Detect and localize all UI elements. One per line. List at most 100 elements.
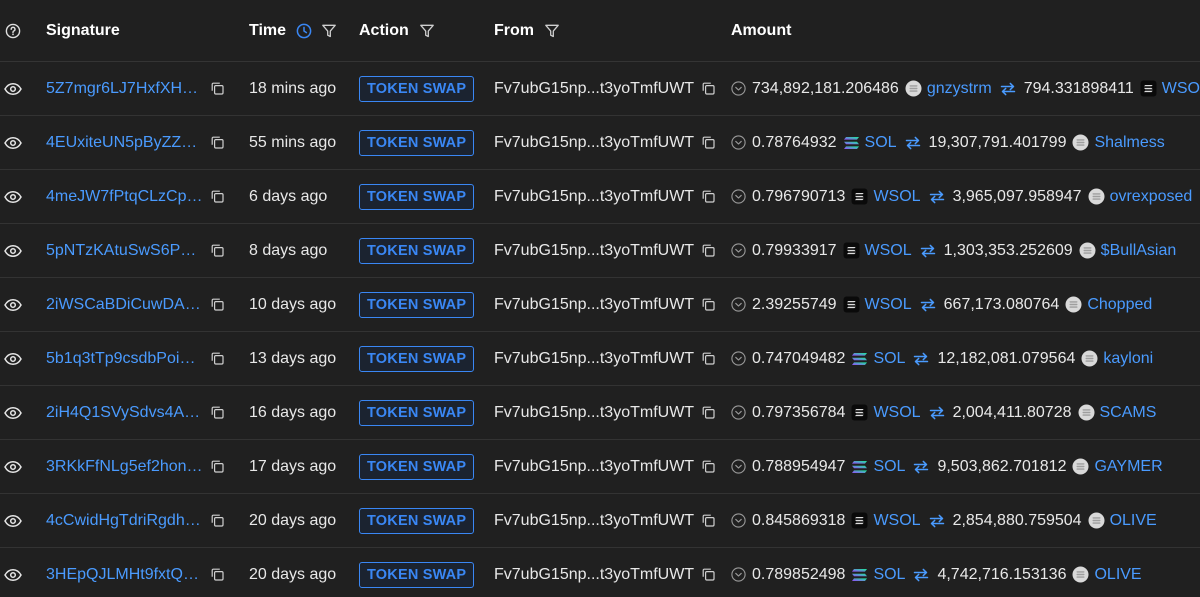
token-out-link[interactable]: GAYMER xyxy=(1094,458,1162,476)
action-cell: TOKEN SWAP xyxy=(359,386,475,439)
help-icon[interactable] xyxy=(2,0,24,62)
chevron-down-icon[interactable] xyxy=(731,189,746,204)
from-address[interactable]: Fv7ubG15np...t3yoTmfUWT xyxy=(494,512,694,530)
from-address[interactable]: Fv7ubG15np...t3yoTmfUWT xyxy=(494,80,694,98)
token-out-link[interactable]: OLIVE xyxy=(1110,512,1157,530)
token-out-link[interactable]: Chopped xyxy=(1087,296,1152,314)
token-in-link[interactable]: WSOL xyxy=(865,242,912,260)
chevron-down-icon[interactable] xyxy=(731,459,746,474)
copy-icon[interactable] xyxy=(211,82,224,95)
token-in-link[interactable]: WSOL xyxy=(873,188,920,206)
signature-link[interactable]: 4EUxiteUN5pByZZ6h... xyxy=(46,134,203,152)
chevron-down-icon[interactable] xyxy=(731,135,746,150)
from-address[interactable]: Fv7ubG15np...t3yoTmfUWT xyxy=(494,404,694,422)
copy-icon[interactable] xyxy=(702,514,715,527)
token-out-link[interactable]: $BullAsian xyxy=(1101,242,1177,260)
wsol-icon xyxy=(851,512,868,529)
copy-icon[interactable] xyxy=(702,352,715,365)
signature-link[interactable]: 5pNTzKAtuSwS6PKS... xyxy=(46,242,203,260)
token-out-link[interactable]: kayloni xyxy=(1103,350,1153,368)
from-address[interactable]: Fv7ubG15np...t3yoTmfUWT xyxy=(494,458,694,476)
copy-icon[interactable] xyxy=(211,352,224,365)
token-out-link[interactable]: ovrexposed xyxy=(1110,188,1193,206)
token-in-link[interactable]: WSOL xyxy=(865,296,912,314)
filter-icon[interactable] xyxy=(419,23,435,39)
copy-icon[interactable] xyxy=(211,514,224,527)
signature-link[interactable]: 5Z7mgr6LJ7HxfXHR... xyxy=(46,80,203,98)
copy-icon[interactable] xyxy=(702,460,715,473)
copy-icon[interactable] xyxy=(211,460,224,473)
signature-cell: 4meJW7fPtqCLzCp9... xyxy=(46,170,236,223)
header-action: Action xyxy=(359,0,435,62)
from-address[interactable]: Fv7ubG15np...t3yoTmfUWT xyxy=(494,566,694,584)
from-address[interactable]: Fv7ubG15np...t3yoTmfUWT xyxy=(494,188,694,206)
signature-link[interactable]: 4meJW7fPtqCLzCp9... xyxy=(46,188,203,206)
copy-icon[interactable] xyxy=(211,568,224,581)
copy-icon[interactable] xyxy=(211,406,224,419)
copy-icon[interactable] xyxy=(211,190,224,203)
token-in-link[interactable]: WSOL xyxy=(873,404,920,422)
token-out-link[interactable]: WSOL xyxy=(1162,80,1200,98)
view-details-button[interactable] xyxy=(2,224,24,277)
copy-icon[interactable] xyxy=(702,190,715,203)
chevron-down-icon[interactable] xyxy=(731,81,746,96)
view-details-button[interactable] xyxy=(2,332,24,385)
from-cell: Fv7ubG15np...t3yoTmfUWT xyxy=(494,278,715,331)
from-address[interactable]: Fv7ubG15np...t3yoTmfUWT xyxy=(494,134,694,152)
header-signature: Signature xyxy=(46,0,120,62)
copy-icon[interactable] xyxy=(702,244,715,257)
token-out-link[interactable]: Shalmess xyxy=(1094,134,1164,152)
view-details-button[interactable] xyxy=(2,548,24,597)
chevron-down-icon[interactable] xyxy=(731,351,746,366)
chevron-down-icon[interactable] xyxy=(731,405,746,420)
copy-icon[interactable] xyxy=(211,136,224,149)
copy-icon[interactable] xyxy=(702,298,715,311)
filter-icon[interactable] xyxy=(544,23,560,39)
view-details-button[interactable] xyxy=(2,494,24,547)
token-in-link[interactable]: gnzystrm xyxy=(927,80,992,98)
action-cell: TOKEN SWAP xyxy=(359,116,475,169)
token-in-link[interactable]: SOL xyxy=(873,350,905,368)
signature-link[interactable]: 2iWSCaBDiCuwDAsf... xyxy=(46,296,203,314)
token-out-link[interactable]: OLIVE xyxy=(1094,566,1141,584)
copy-icon[interactable] xyxy=(702,136,715,149)
token-out-link[interactable]: SCAMS xyxy=(1100,404,1157,422)
filter-icon[interactable] xyxy=(321,23,337,39)
token-in-link[interactable]: SOL xyxy=(865,134,897,152)
view-details-button[interactable] xyxy=(2,278,24,331)
clock-icon[interactable] xyxy=(296,23,312,39)
signature-link[interactable]: 4cCwidHgTdriRgdh1... xyxy=(46,512,203,530)
signature-link[interactable]: 3RKkFfNLg5ef2hong... xyxy=(46,458,203,476)
from-address[interactable]: Fv7ubG15np...t3yoTmfUWT xyxy=(494,350,694,368)
signature-link[interactable]: 2iH4Q1SVySdvs4AQ... xyxy=(46,404,203,422)
chevron-down-icon[interactable] xyxy=(731,513,746,528)
from-address[interactable]: Fv7ubG15np...t3yoTmfUWT xyxy=(494,296,694,314)
copy-icon[interactable] xyxy=(211,244,224,257)
chevron-down-icon[interactable] xyxy=(731,243,746,258)
chevron-down-icon[interactable] xyxy=(731,567,746,582)
signature-link[interactable]: 5b1q3tTp9csdbPoiK... xyxy=(46,350,203,368)
generic-token-icon xyxy=(1081,350,1098,367)
copy-icon[interactable] xyxy=(211,298,224,311)
copy-icon[interactable] xyxy=(702,568,715,581)
time-ago: 16 days ago xyxy=(249,403,337,421)
chevron-down-icon[interactable] xyxy=(731,297,746,312)
copy-icon[interactable] xyxy=(702,82,715,95)
token-in-link[interactable]: SOL xyxy=(873,566,905,584)
signature-link[interactable]: 3HEpQJLMHt9fxtQv... xyxy=(46,566,203,584)
view-details-button[interactable] xyxy=(2,116,24,169)
token-in-link[interactable]: WSOL xyxy=(873,512,920,530)
amount-cell: 0.797356784 WSOL 2,004,411.80728 SCAMS xyxy=(731,386,1156,439)
copy-icon[interactable] xyxy=(702,406,715,419)
action-cell: TOKEN SWAP xyxy=(359,548,475,597)
action-badge: TOKEN SWAP xyxy=(359,561,475,588)
view-details-button[interactable] xyxy=(2,386,24,439)
view-details-button[interactable] xyxy=(2,440,24,493)
view-details-button[interactable] xyxy=(2,62,24,115)
from-address[interactable]: Fv7ubG15np...t3yoTmfUWT xyxy=(494,242,694,260)
view-details-button[interactable] xyxy=(2,170,24,223)
token-in-link[interactable]: SOL xyxy=(873,458,905,476)
wsol-icon xyxy=(1140,80,1157,97)
sol-icon xyxy=(851,352,868,366)
generic-token-icon xyxy=(1088,512,1105,529)
